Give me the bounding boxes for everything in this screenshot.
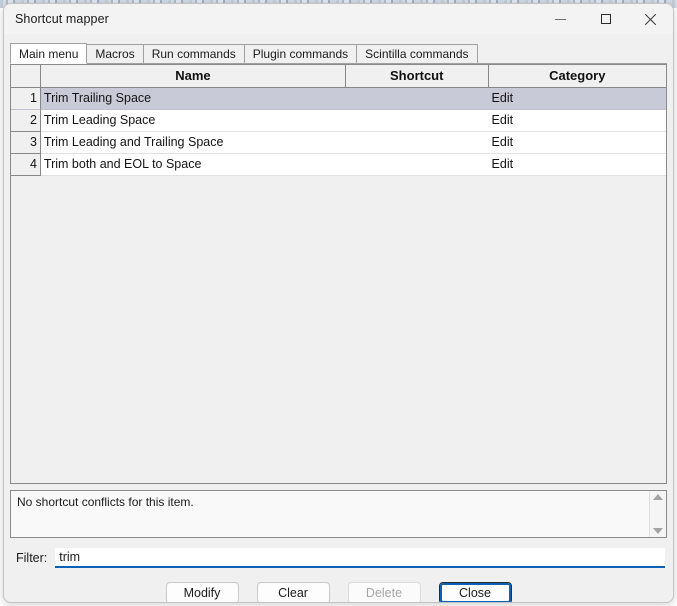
window-controls (538, 4, 673, 34)
tab-plugin-commands[interactable]: Plugin commands (243, 44, 358, 64)
conflict-panel: No shortcut conflicts for this item. (10, 490, 667, 538)
row-name: Trim Leading Space (40, 110, 346, 132)
window-title: Shortcut mapper (15, 12, 109, 26)
tab-macros[interactable]: Macros (86, 44, 144, 64)
tab-scintilla-commands[interactable]: Scintilla commands (356, 44, 478, 64)
tab-run-commands[interactable]: Run commands (142, 44, 245, 64)
window-close-button[interactable] (628, 4, 673, 34)
row-category: Edit (488, 154, 666, 176)
conflict-scrollbar[interactable] (649, 491, 666, 537)
column-header-shortcut[interactable]: Shortcut (345, 65, 489, 88)
list-header: Name Shortcut Category (11, 65, 666, 88)
row-category: Edit (488, 132, 666, 154)
scroll-up-icon[interactable] (653, 494, 663, 500)
table-row[interactable]: 4 Trim both and EOL to Space Edit (11, 154, 666, 176)
title-bar: Shortcut mapper (4, 4, 673, 34)
table-row[interactable]: 1 Trim Trailing Space Edit (11, 88, 666, 110)
column-header-index[interactable] (11, 65, 41, 88)
list-empty-area (11, 176, 666, 483)
shortcut-mapper-window: Shortcut mapper Main menu Macros Run com… (3, 3, 674, 603)
filter-input[interactable] (55, 547, 665, 568)
modify-button[interactable]: Modify (165, 582, 239, 602)
close-icon (644, 13, 657, 26)
delete-button: Delete (347, 582, 421, 602)
table-row[interactable]: 2 Trim Leading Space Edit (11, 110, 666, 132)
row-shortcut (345, 110, 489, 132)
row-name: Trim Trailing Space (40, 88, 346, 110)
row-index: 4 (11, 154, 41, 176)
clear-button[interactable]: Clear (256, 582, 330, 602)
table-row[interactable]: 3 Trim Leading and Trailing Space Edit (11, 132, 666, 154)
row-shortcut (345, 132, 489, 154)
tab-strip: Main menu Macros Run commands Plugin com… (10, 43, 673, 64)
row-name: Trim both and EOL to Space (40, 154, 346, 176)
column-header-name[interactable]: Name (40, 65, 346, 88)
filter-label: Filter: (16, 550, 48, 565)
column-header-category[interactable]: Category (488, 65, 666, 88)
shortcut-list: Name Shortcut Category 1 Trim Trailing S… (10, 64, 667, 484)
minimize-button[interactable] (538, 4, 583, 34)
row-shortcut (345, 154, 489, 176)
conflict-message: No shortcut conflicts for this item. (17, 495, 194, 509)
row-category: Edit (488, 88, 666, 110)
maximize-icon (600, 14, 611, 24)
dialog-button-bar: Modify Clear Delete Close (4, 582, 673, 602)
minimize-icon (555, 18, 566, 20)
row-shortcut (345, 88, 489, 110)
maximize-button[interactable] (583, 4, 628, 34)
scroll-down-icon[interactable] (653, 528, 663, 534)
row-index: 1 (11, 88, 41, 110)
filter-row: Filter: (16, 547, 665, 568)
close-button[interactable]: Close (438, 582, 512, 602)
tab-main-menu[interactable]: Main menu (10, 43, 88, 64)
row-category: Edit (488, 110, 666, 132)
row-index: 2 (11, 110, 41, 132)
row-index: 3 (11, 132, 41, 154)
row-name: Trim Leading and Trailing Space (40, 132, 346, 154)
